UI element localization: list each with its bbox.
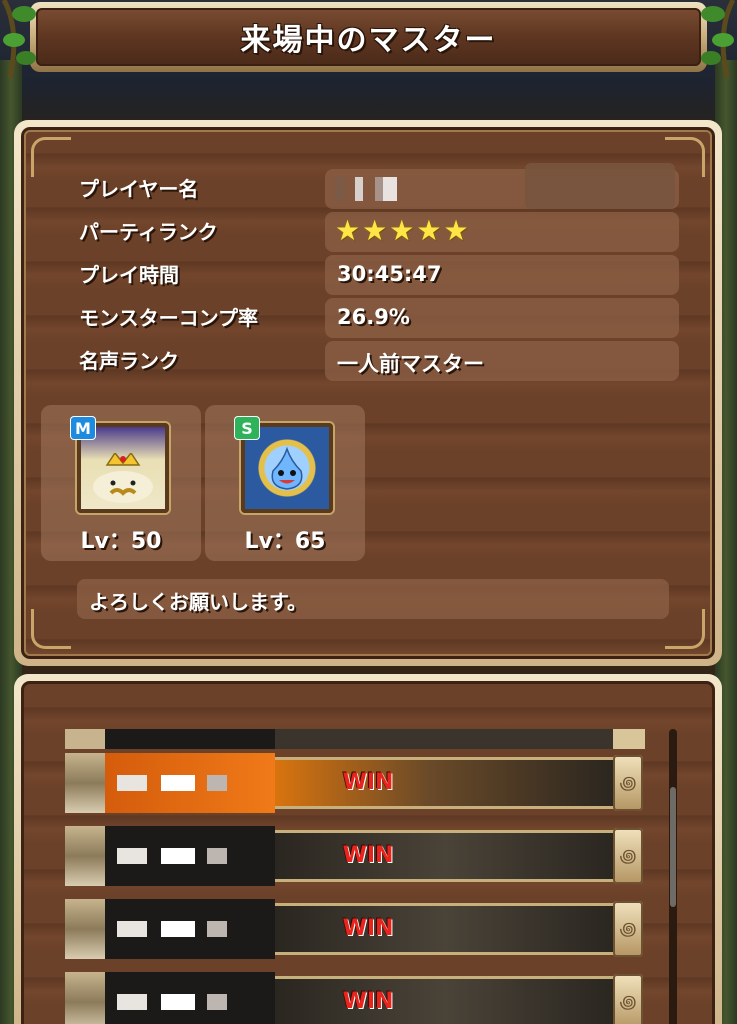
monster-card-2[interactable]: S Lv：65 [205, 405, 365, 561]
fame-rank-label: 名声ランク [79, 349, 179, 373]
star-icon: ★ [443, 214, 469, 247]
scroll-ornament-icon: ꩜ [613, 901, 643, 957]
opponent-name-bar [105, 899, 275, 959]
scrollbar-thumb[interactable] [670, 787, 676, 907]
battle-history-list[interactable]: WIN ꩜ WIN ꩜ WIN ꩜ WIN ꩜ [21, 681, 715, 1024]
history-row[interactable]: WIN ꩜ [65, 972, 645, 1024]
comment-box: よろしくお願いします。 [77, 579, 669, 619]
history-scrollbar[interactable] [669, 729, 677, 1024]
monster-complete-value: 26.9% [337, 305, 410, 329]
partial-history-row [65, 729, 645, 749]
ornament-corner [31, 609, 71, 649]
result-bar: WIN [275, 757, 615, 809]
avatar [65, 899, 105, 959]
profile-panel: プレイヤー名 パーティランク ★ ★ ★ ★ ★ プレイ時間 30:45:47 … [14, 120, 722, 666]
censored-name [117, 921, 227, 937]
party-rank-label: パーティランク [79, 220, 218, 244]
opponent-name-bar [105, 972, 275, 1024]
player-name-row: プレイヤー名 [73, 163, 683, 209]
opponent-name-bar [105, 826, 275, 886]
monster-complete-value-box: 26.9% [325, 298, 679, 338]
censored-name [117, 848, 227, 864]
monster-level: Lv：65 [244, 529, 326, 554]
rank-badge-m: M [71, 417, 95, 439]
result-bar: WIN [275, 903, 615, 955]
censored-name [117, 994, 227, 1010]
star-icon: ★ [362, 214, 388, 247]
monster-complete-row: モンスターコンプ率 26.9% [73, 298, 683, 338]
history-row[interactable]: WIN ꩜ [65, 753, 645, 813]
ornament-corner [31, 137, 71, 177]
scroll-ornament-icon: ꩜ [613, 755, 643, 811]
result-bar: WIN [275, 976, 615, 1024]
monster-level: Lv：50 [80, 529, 162, 554]
monster-card-1[interactable]: M Lv：50 [41, 405, 201, 561]
history-row[interactable]: WIN ꩜ [65, 899, 645, 959]
star-icon: ★ [416, 214, 442, 247]
profile-panel-inner: プレイヤー名 パーティランク ★ ★ ★ ★ ★ プレイ時間 30:45:47 … [21, 127, 715, 659]
result-label: WIN [342, 770, 394, 795]
title-banner: 来場中のマスター [30, 2, 707, 72]
censored-name [335, 177, 535, 201]
fame-rank-value-box: 一人前マスター [325, 341, 679, 381]
page-title: 来場中のマスター [240, 23, 497, 58]
opponent-name-bar [105, 753, 275, 813]
player-name-value [325, 163, 679, 209]
play-time-value-box: 30:45:47 [325, 255, 679, 295]
censored-name-block [525, 163, 675, 209]
play-time-row: プレイ時間 30:45:47 [73, 255, 683, 295]
avatar [65, 753, 105, 813]
fame-rank-row: 名声ランク 一人前マスター [73, 341, 683, 381]
metal-slime-icon [271, 447, 303, 490]
comment-text: よろしくお願いします。 [89, 590, 307, 614]
party-rank-row: パーティランク ★ ★ ★ ★ ★ [73, 212, 683, 252]
vine-leaf-icon [701, 0, 736, 79]
star-icon: ★ [335, 214, 361, 247]
result-bar: WIN [275, 830, 615, 882]
party-rank-value: ★ ★ ★ ★ ★ [325, 212, 679, 252]
player-name-label: プレイヤー名 [79, 177, 199, 201]
result-label: WIN [342, 916, 394, 941]
scroll-ornament-icon: ꩜ [613, 828, 643, 884]
monster-complete-label: モンスターコンプ率 [79, 306, 258, 330]
battle-history-panel: WIN ꩜ WIN ꩜ WIN ꩜ WIN ꩜ [14, 674, 722, 1024]
rank-badge-s: S [235, 417, 259, 439]
star-icon: ★ [389, 214, 415, 247]
result-label: WIN [342, 989, 394, 1014]
scroll-ornament-icon: ꩜ [613, 974, 643, 1024]
vine-leaf-icon [1, 0, 36, 79]
fame-rank-value: 一人前マスター [337, 352, 484, 376]
avatar [65, 826, 105, 886]
play-time-label: プレイ時間 [79, 263, 179, 287]
history-row[interactable]: WIN ꩜ [65, 826, 645, 886]
play-time-value: 30:45:47 [337, 262, 442, 286]
result-label: WIN [342, 843, 394, 868]
king-slime-icon [93, 453, 153, 503]
avatar [65, 972, 105, 1024]
censored-name [117, 775, 227, 791]
party-rank-stars: ★ ★ ★ ★ ★ [335, 215, 469, 247]
ornament-corner [665, 609, 705, 649]
title-banner-inner: 来場中のマスター [36, 8, 701, 66]
